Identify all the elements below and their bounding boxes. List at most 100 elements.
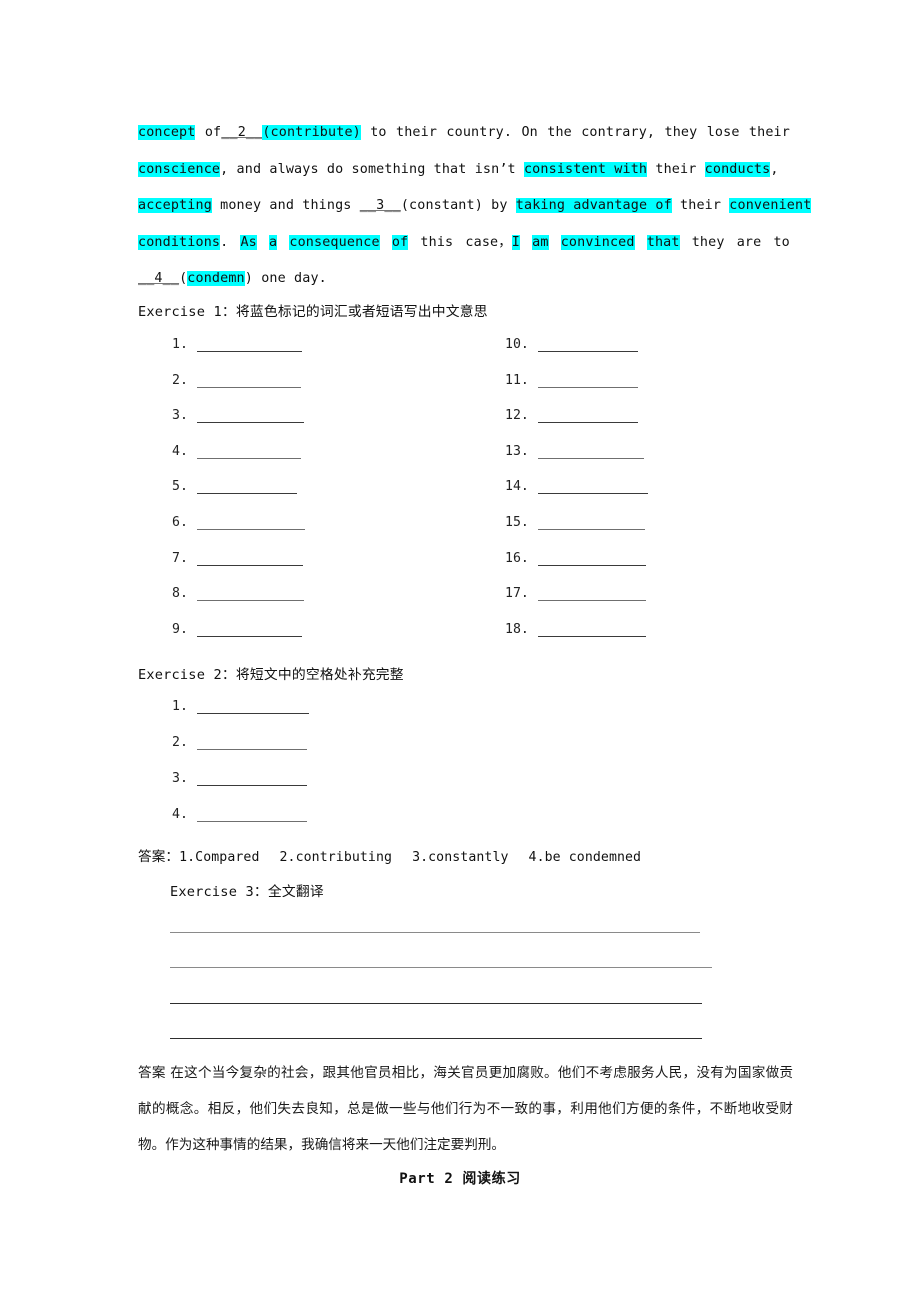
exercise-1-right-blank-row: 10. [505,338,638,352]
exercise-1-left-blank-row: 9. [172,622,302,637]
highlighted-term: consistent with [523,161,648,177]
translation-rule-1 [170,932,700,933]
exercise-1-left-blank-write-line[interactable] [196,447,301,459]
exercise-1-left-blank-write-line[interactable] [196,482,297,495]
cloze-token: am [532,225,549,262]
exercise-1-left-blank-number: 3. [172,408,188,424]
highlighted-term: conditions [138,234,221,250]
plain-text: they [691,234,725,250]
highlighted-term: that [646,234,680,250]
plain-text: their [647,161,705,177]
cloze-token: country. [446,115,512,152]
highlighted-term: accepting [138,198,212,213]
exercise-1-right-blank-write-line[interactable] [537,411,638,424]
highlighted-term: concept [138,125,196,140]
highlighted-term: consequence [289,234,380,250]
plain-text: lose [706,125,740,140]
highlighted-term: I [511,234,520,250]
exercise-1-left-blank-number: 7. [172,550,188,566]
plain-text: money and things [211,198,360,213]
plain-text: ) one day. [244,271,327,286]
exercise-3-heading: Exercise 3：全文翻译 [170,880,324,900]
exercise-1-right-blank-number: 14. [505,479,529,495]
cloze-token: their [749,115,790,152]
cloze-token: of__2__(contribute) [205,115,361,152]
exercise-1-left-blank-number: 8. [172,586,188,602]
exercise-2-answer-line: 答案：1.Compared 2.contributing 3.constantly 4… [138,845,661,865]
exercise-2-blank-write-line[interactable] [196,702,309,714]
cloze-token: they [664,115,697,152]
exercise-1-left-blank-write-line[interactable] [196,411,304,424]
exercise-2-blank-write-line[interactable] [196,738,307,750]
exercise-2-blank-write-line[interactable] [196,774,307,786]
exercise-1-left-blank-write-line[interactable] [196,340,302,352]
exercise-2-heading-en: Exercise 2 [138,667,222,683]
exercise-1-heading: Exercise 1：将蓝色标记的词汇或者短语写出中文意思 [138,300,488,320]
highlighted-term: conscience [138,161,221,177]
cloze-token: they [692,225,725,262]
exercise-1-right-blank-number: 17. [505,586,529,602]
highlighted-term: taking advantage of [515,198,672,213]
highlighted-term: conducts [704,161,771,177]
cloze-token: are [737,225,762,262]
exercise-1-left-blank-write-line[interactable] [196,625,302,637]
exercise-2-blank-number: 4. [172,807,188,822]
cloze-line-1: concept of__2__(contribute) to their country… [138,115,790,152]
plain-text: the [547,125,572,140]
exercise-1-left-blank-write-line[interactable] [196,518,305,530]
exercise-1-left-blank-row: 3. [172,408,304,424]
exercise-1-right-blank-write-line[interactable] [537,482,648,495]
cloze-token: conditions. [138,225,228,262]
exercise-1-left-blank-number: 5. [172,479,188,495]
exercise-1-right-blank-number: 13. [505,443,529,459]
exercise-3-heading-cn: 全文翻译 [267,884,324,900]
plain-text: this [420,234,454,250]
part-2-heading-cn: 阅读练习 [462,1171,521,1187]
exercise-1-right-blank-write-line[interactable] [537,625,646,637]
exercise-2-blank-row: 2. [172,736,307,750]
exercise-1-right-blank-number: 12. [505,408,529,424]
cloze-token: to [370,115,386,152]
exercise-1-left-blank-number: 1. [172,337,188,352]
exercise-2-blank-row: 1. [172,700,309,714]
cloze-token: this [420,225,453,262]
plain-text: to [773,234,790,250]
highlighted-term: (contribute) [262,125,361,140]
exercise-1-right-blank-row: 15. [505,516,645,530]
plain-text: country. [446,125,513,140]
exercise-1-left-blank-row: 5. [172,479,297,495]
cloze-paragraph: concept of__2__(contribute) to their country… [138,115,812,298]
exercise-1-left-blank-write-line[interactable] [196,554,303,566]
plain-text: their [396,125,438,140]
exercise-1-left-blank-row: 1. [172,338,302,352]
cloze-token: contrary, [581,115,655,152]
exercise-1-right-blank-row: 13. [505,443,644,459]
highlighted-term: convinced [560,234,635,250]
translation-rule-4 [170,1038,702,1039]
exercise-3-heading-en: Exercise 3 [170,884,254,900]
exercise-1-right-blank-write-line[interactable] [537,554,646,566]
exercise-1-heading-cn: 将蓝色标记的词汇或者短语写出中文意思 [235,304,488,320]
exercise-1-right-blank-write-line[interactable] [537,518,645,530]
highlighted-term: a [269,234,278,250]
exercise-1-right-blank-write-line[interactable] [537,376,638,388]
cloze-token: consequence [289,225,380,262]
exercise-1-left-blank-row: 6. [172,516,305,530]
exercise-1-left-blank-write-line[interactable] [196,376,301,388]
cloze-token: convinced [560,225,635,262]
exercise-2-blank-write-line[interactable] [196,810,307,822]
cloze-line-5: __4__(condemn) one day. [138,261,790,298]
plain-text: they [664,125,698,140]
exercise-1-right-blank-write-line[interactable] [537,447,644,459]
exercise-2-blank-number: 1. [172,699,188,714]
exercise-1-right-blank-row: 11. [505,373,638,388]
exercise-1-heading-sep: ： [221,304,236,320]
exercise-1-left-blank-write-line[interactable] [196,589,304,602]
plain-text: , [770,161,779,177]
exercise-2-heading: Exercise 2：将短文中的空格处补充完整 [138,663,404,683]
cloze-token: a [269,225,278,262]
exercise-1-right-blank-write-line[interactable] [537,589,646,602]
translation-answer-paragraph: 答案 在这个当今复杂的社会，跟其他官员相比，海关官员更加腐败。他们不考虑服务人民… [138,1055,793,1163]
cloze-token: case，I [465,225,520,262]
exercise-1-right-blank-write-line[interactable] [537,340,638,352]
